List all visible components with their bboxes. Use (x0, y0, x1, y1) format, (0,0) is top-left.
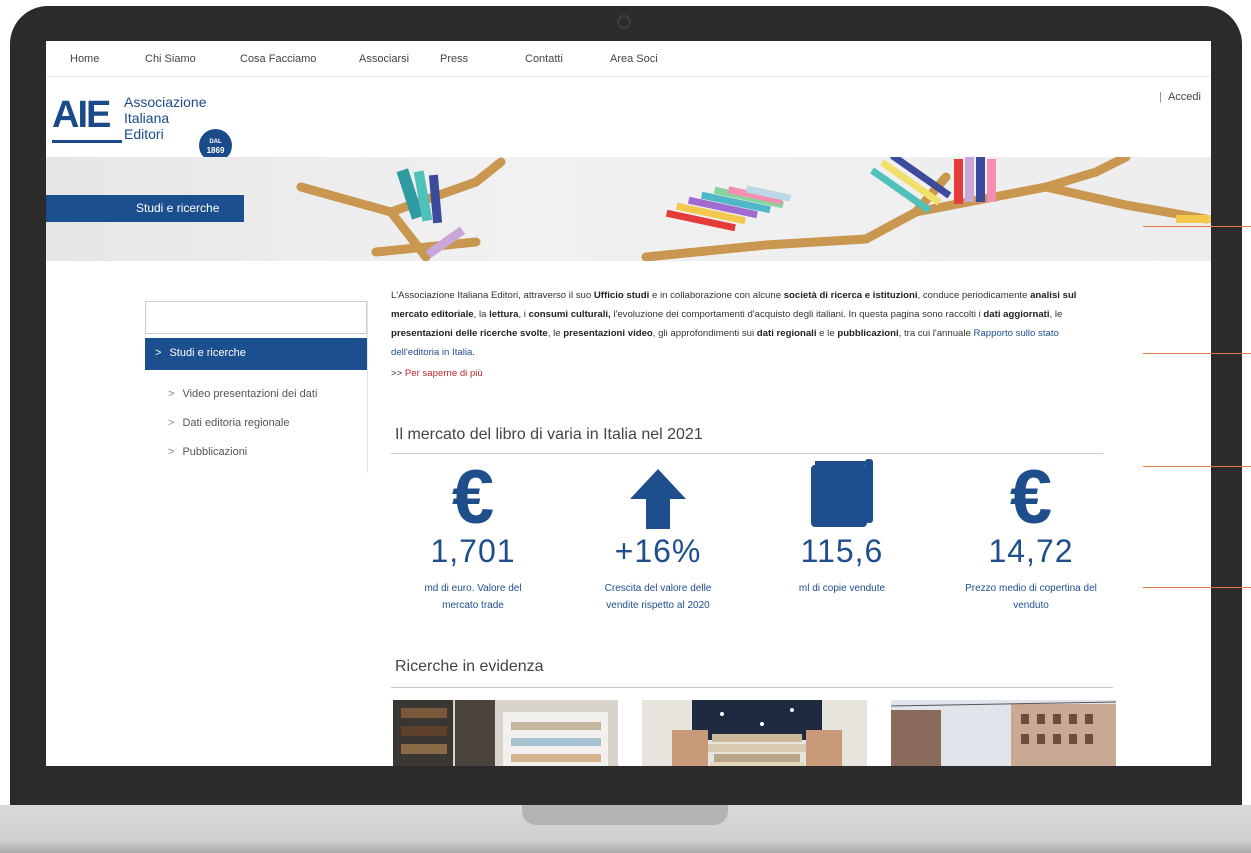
chevron-right-icon: > (168, 417, 175, 429)
intro-paragraph: L'Associazione Italiana Editori, attrave… (391, 290, 1077, 358)
sidebar-search[interactable] (145, 301, 367, 334)
stat-description: ml di copie vendute (798, 583, 886, 594)
market-section-rule (391, 453, 1103, 454)
svg-text:€: € (1010, 465, 1052, 529)
sidebar-item-video-presentazioni[interactable]: > Video presentazioni dei dati (168, 388, 317, 400)
stat-value: 14,72 (988, 533, 1074, 569)
stat-value: 115,6 (800, 533, 884, 569)
sidebar-item-label: Studi e ricerche (169, 347, 246, 359)
stat-description: md di euro. Valore del mercato trade (424, 583, 522, 611)
stat-description: Prezzo medio di copertina del venduto (965, 583, 1097, 611)
chevron-right-icon: > (168, 446, 175, 458)
sidebar-item-dati-editoria-regionale[interactable]: > Dati editoria regionale (168, 417, 289, 429)
nav-chi-siamo[interactable]: Chi Siamo (145, 53, 196, 65)
annotation-line (1143, 353, 1251, 354)
annotation-line (1143, 587, 1251, 588)
sidebar-item-label: Pubblicazioni (182, 446, 248, 458)
stat-market-value: € 1,701 md di euro. Valore del mercato tr… (388, 461, 558, 614)
logo-mark: AIE (52, 94, 111, 136)
stat-copies-sold: 115,6 ml di copie vendute (757, 459, 927, 597)
sidebar-item-pubblicazioni[interactable]: > Pubblicazioni (168, 446, 247, 458)
annotation-line (1143, 466, 1251, 467)
badge-dal: DAL (209, 139, 222, 145)
webcam-icon (617, 15, 631, 29)
sidebar-item-studi-e-ricerche[interactable]: > Studi e ricerche (145, 338, 367, 370)
logo-line-2: Italiana (124, 110, 170, 126)
nav-associarsi[interactable]: Associarsi (359, 53, 409, 65)
annotation-line (1143, 226, 1251, 227)
book-icon (757, 459, 927, 529)
sidebar-divider (367, 301, 368, 473)
euro-icon: € (946, 461, 1116, 529)
hero-section-label: Studi e ricerche (46, 195, 244, 222)
search-input[interactable] (146, 302, 366, 333)
featured-section-title: Ricerche in evidenza (395, 658, 544, 675)
nav-area-soci[interactable]: Area Soci (610, 53, 658, 65)
logo-text: Associazione Italiana Editori (124, 94, 207, 142)
laptop-base (0, 805, 1251, 853)
nav-home[interactable]: Home (70, 53, 99, 65)
laptop-notch (522, 805, 728, 825)
login-link[interactable]: Accedi (1168, 91, 1201, 103)
stat-value: +16% (614, 533, 702, 569)
read-more: >> Per saperne di più (391, 368, 483, 379)
arrow-up-icon (573, 461, 743, 529)
featured-card-city-street[interactable] (891, 700, 1116, 766)
featured-section-rule (391, 687, 1113, 688)
nav-cosa-facciamo[interactable]: Cosa Facciamo (240, 53, 316, 65)
sidebar-item-label: Dati editoria regionale (182, 417, 290, 429)
stat-value: 1,701 (430, 533, 516, 569)
logo-line-1: Associazione (124, 94, 207, 110)
login-area: | Accedi (1159, 91, 1201, 103)
featured-card-books-stack[interactable] (642, 700, 867, 766)
aie-logo[interactable]: AIE Associazione Italiana Editori DAL 18… (52, 93, 252, 162)
read-more-link[interactable]: Per saperne di più (405, 368, 483, 379)
euro-icon: € (388, 461, 558, 529)
stat-growth: +16% Crescita del valore delle vendite ri… (573, 461, 743, 614)
stat-average-price: € 14,72 Prezzo medio di copertina del ven… (946, 461, 1116, 614)
nav-contatti[interactable]: Contatti (525, 53, 563, 65)
read-more-prefix: >> (391, 368, 403, 379)
market-section-title: Il mercato del libro di varia in Italia … (395, 426, 703, 443)
featured-card-library[interactable] (393, 700, 618, 766)
top-navigation: Home Chi Siamo Cosa Facciamo Associarsi … (46, 41, 1211, 77)
logo-line-3: Editori (124, 126, 164, 142)
sidebar-item-label: Video presentazioni dei dati (182, 388, 318, 400)
nav-press[interactable]: Press (440, 53, 468, 65)
badge-year: 1869 (206, 146, 225, 155)
svg-text:€: € (452, 465, 494, 529)
logo-underline (52, 140, 122, 143)
login-separator: | (1159, 91, 1162, 103)
chevron-right-icon: > (155, 347, 162, 359)
browser-screen: Home Chi Siamo Cosa Facciamo Associarsi … (46, 41, 1211, 766)
chevron-right-icon: > (168, 388, 175, 400)
stat-description: Crescita del valore delle vendite rispett… (604, 583, 712, 611)
hero-banner: Studi e ricerche (46, 157, 1211, 261)
